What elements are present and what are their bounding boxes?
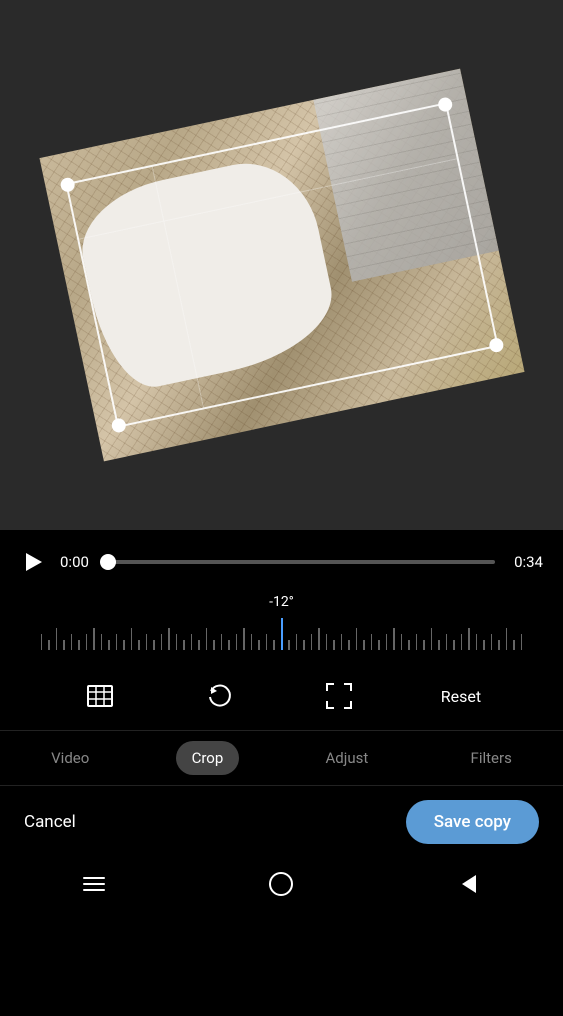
- total-time: 0:34: [507, 553, 543, 571]
- tab-bar: Video Crop Adjust Filters: [0, 731, 563, 786]
- rotation-area: -12°: [0, 586, 563, 662]
- home-icon: [269, 872, 293, 896]
- navigation-bar: [0, 858, 563, 906]
- expand-button[interactable]: [309, 674, 369, 718]
- action-bar: Cancel Save copy: [0, 786, 563, 858]
- tab-filters[interactable]: Filters: [455, 741, 528, 775]
- rotate-icon: [205, 682, 233, 710]
- tab-crop[interactable]: Crop: [176, 741, 240, 775]
- play-icon: [26, 553, 42, 571]
- cancel-button[interactable]: Cancel: [24, 812, 76, 832]
- progress-thumb[interactable]: [100, 554, 116, 570]
- expand-icon: [325, 682, 353, 710]
- current-time: 0:00: [60, 553, 96, 571]
- recent-apps-button[interactable]: [80, 870, 108, 898]
- rotation-value: -12°: [269, 594, 294, 610]
- image-area: [0, 0, 563, 530]
- ruler-center-line: [281, 618, 283, 650]
- save-copy-button[interactable]: Save copy: [406, 800, 539, 844]
- ruler: [0, 618, 563, 650]
- home-button[interactable]: [267, 870, 295, 898]
- reset-button[interactable]: Reset: [429, 679, 493, 714]
- recent-apps-icon: [83, 877, 105, 891]
- tool-buttons: Reset: [0, 662, 563, 731]
- back-icon: [462, 875, 476, 893]
- progress-bar[interactable]: [108, 560, 495, 564]
- tab-adjust[interactable]: Adjust: [310, 741, 385, 775]
- aspect-ratio-icon: [86, 682, 114, 710]
- rotate-button[interactable]: [189, 674, 249, 718]
- controls-area: 0:00 0:34 -12°: [0, 530, 563, 1016]
- ruler-container[interactable]: [0, 618, 563, 650]
- aspect-ratio-button[interactable]: [70, 674, 130, 718]
- tab-video[interactable]: Video: [35, 741, 105, 775]
- back-button[interactable]: [455, 870, 483, 898]
- timeline: 0:00 0:34: [0, 530, 563, 586]
- play-button[interactable]: [20, 548, 48, 576]
